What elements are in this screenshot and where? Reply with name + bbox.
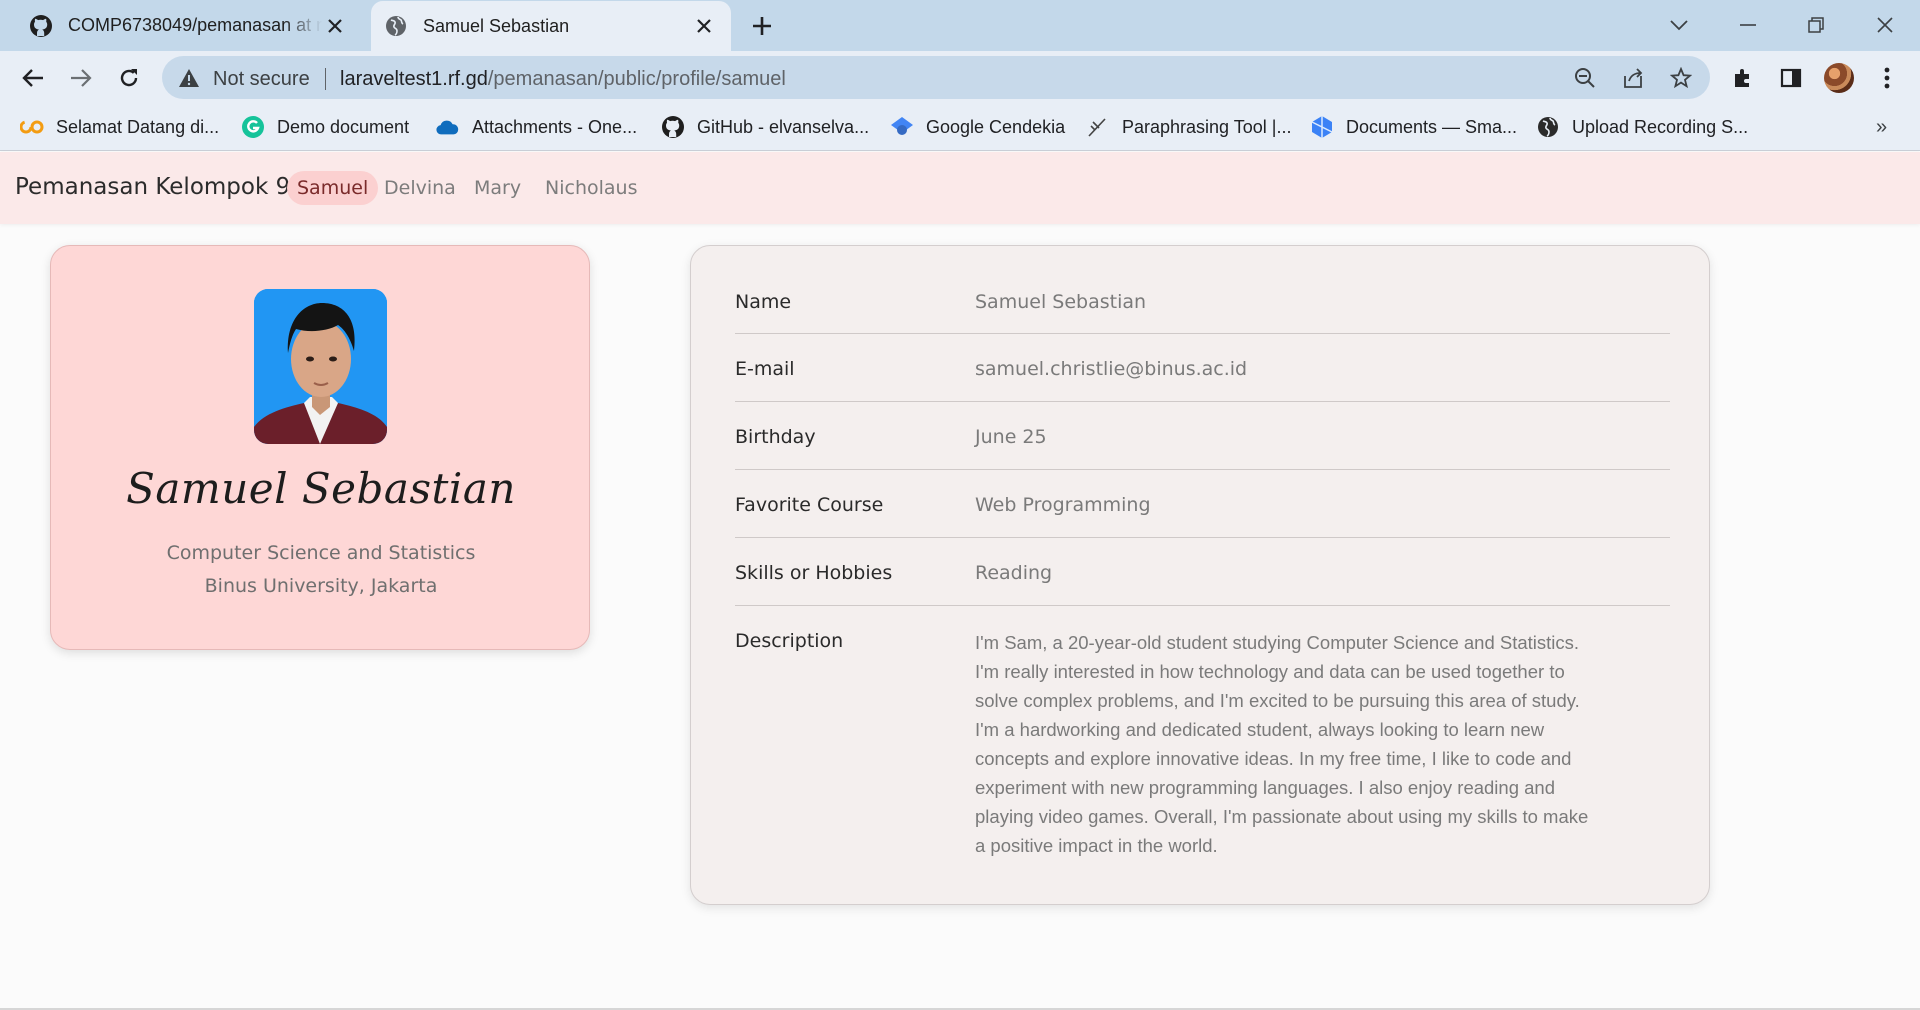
detail-label: Name	[735, 291, 792, 313]
detail-row-description: Description I'm Sam, a 20-year-old stude…	[735, 606, 1670, 866]
detail-row-favorite-course: Favorite Course Web Programming	[735, 470, 1670, 538]
nav-link-nicholaus[interactable]: Nicholaus	[535, 171, 647, 205]
forward-icon[interactable]	[66, 63, 96, 93]
security-label[interactable]: Not secure	[213, 68, 310, 91]
detail-row-email: E-mail samuel.christlie@binus.ac.id	[735, 334, 1670, 402]
close-tab-icon[interactable]	[691, 13, 717, 39]
detail-value: Reading	[975, 562, 1053, 584]
zoom-out-icon[interactable]	[1572, 65, 1598, 91]
tab-samuel[interactable]: Samuel Sebastian	[371, 1, 731, 51]
bookmark-item[interactable]: Documents — Sma...	[1310, 114, 1517, 140]
detail-label: Birthday	[735, 426, 816, 448]
globe-icon	[383, 13, 409, 39]
detail-value: June 25	[975, 426, 1047, 448]
detail-value: samuel.christlie@binus.ac.id	[975, 358, 1248, 380]
onedrive-icon	[436, 115, 460, 139]
menu-kebab-icon[interactable]	[1872, 63, 1902, 93]
tab-title: Samuel Sebastian	[423, 15, 570, 36]
profile-photo	[254, 289, 387, 444]
detail-label: Skills or Hobbies	[735, 562, 893, 584]
bookmark-label: Attachments - One...	[472, 116, 638, 137]
bookmark-item[interactable]: Upload Recording S...	[1536, 114, 1748, 140]
bookmark-item[interactable]: Demo document	[241, 114, 409, 140]
detail-value: Web Programming	[975, 494, 1151, 516]
bookmark-item[interactable]: Attachments - One...	[436, 114, 637, 140]
detail-row-skills: Skills or Hobbies Reading	[735, 538, 1670, 606]
restore-icon[interactable]	[1801, 10, 1831, 40]
close-window-icon[interactable]	[1870, 10, 1900, 40]
description-line: playing video games. Overall, I'm passio…	[975, 806, 1589, 827]
address-bar[interactable]: Not secure laraveltest1.rf.gd/pemanasan/…	[162, 56, 1710, 99]
bookmark-item[interactable]: Paraphrasing Tool |...	[1086, 114, 1291, 140]
profile-university: Binus University, Jakarta	[204, 575, 438, 597]
details-card: Name Samuel Sebastian E-mail samuel.chri…	[690, 245, 1710, 905]
browser-toolbar: Not secure laraveltest1.rf.gd/pemanasan/…	[0, 51, 1920, 104]
bookmark-label: Documents — Sma...	[1346, 116, 1518, 137]
divider	[325, 68, 326, 90]
profile-name: Samuel Sebastian	[126, 464, 516, 513]
bookmark-item[interactable]: GitHub - elvanselva...	[661, 114, 869, 140]
tab-strip: COMP6738049/pemanasan at main Samuel Seb…	[0, 0, 1920, 51]
close-tab-icon[interactable]	[322, 13, 348, 39]
extensions-icon[interactable]	[1728, 63, 1758, 93]
bookmark-label: GitHub - elvanselva...	[697, 116, 870, 137]
grammarly-icon	[241, 115, 265, 139]
detail-row-birthday: Birthday June 25	[735, 402, 1670, 470]
nav-link-mary[interactable]: Mary	[464, 171, 531, 205]
detail-label: Favorite Course	[735, 494, 884, 516]
bookmark-label: Paraphrasing Tool |...	[1122, 116, 1292, 137]
bookmarks-bar: Selamat Datang di... Demo document Attac…	[0, 104, 1920, 151]
detail-value: Samuel Sebastian	[975, 291, 1147, 313]
tab-search-icon[interactable]	[1664, 10, 1694, 40]
profile-major: Computer Science and Statistics	[166, 542, 476, 564]
description-text: I'm Sam, a 20-year-old student studying …	[975, 628, 1595, 860]
smallpdf-icon	[1310, 115, 1334, 139]
share-icon[interactable]	[1620, 65, 1646, 91]
site-brand[interactable]: Pemanasan Kelompok 9	[15, 174, 290, 200]
new-tab-icon[interactable]	[748, 12, 776, 40]
minimize-icon[interactable]	[1733, 10, 1763, 40]
url-host: laraveltest1.rf.gd	[340, 68, 488, 90]
globe-icon	[1536, 115, 1560, 139]
bookmark-label: Selamat Datang di...	[56, 116, 220, 137]
co-icon	[20, 115, 44, 139]
detail-label: Description	[735, 630, 844, 652]
profile-card: Samuel Sebastian Computer Science and St…	[50, 245, 590, 650]
reload-icon[interactable]	[114, 63, 144, 93]
url-path: /pemanasan/public/profile/samuel	[487, 68, 786, 90]
bookmarks-overflow[interactable]: »	[1876, 116, 1887, 139]
site-navbar: Pemanasan Kelompok 9 Samuel Delvina Mary…	[0, 152, 1920, 224]
bookmark-label: Google Cendekia	[926, 116, 1066, 137]
github-icon	[28, 13, 54, 39]
detail-row-name: Name Samuel Sebastian	[735, 272, 1670, 334]
detail-label: E-mail	[735, 358, 795, 380]
nav-link-delvina[interactable]: Delvina	[374, 171, 466, 205]
profile-avatar[interactable]	[1824, 63, 1854, 93]
description-line: a positive impact in the world.	[975, 835, 1218, 856]
description-line: solve complex problems, and I'm excited …	[975, 690, 1580, 711]
bookmark-star-icon[interactable]	[1668, 65, 1694, 91]
bookmark-label: Upload Recording S...	[1572, 116, 1749, 137]
nav-link-samuel[interactable]: Samuel	[287, 171, 379, 205]
warning-icon[interactable]	[178, 67, 200, 89]
back-icon[interactable]	[18, 63, 48, 93]
quill-icon	[1086, 115, 1110, 139]
bookmark-item[interactable]: Selamat Datang di...	[20, 114, 219, 140]
tab-github[interactable]: COMP6738049/pemanasan at main	[16, 0, 362, 51]
url-text[interactable]: laraveltest1.rf.gd/pemanasan/public/prof…	[340, 68, 786, 91]
tab-title: COMP6738049/pemanasan at main	[68, 15, 322, 35]
bookmark-item[interactable]: Google Cendekia	[890, 114, 1065, 140]
description-line: concepts and explore innovative ideas. I…	[975, 748, 1572, 769]
description-line: I'm really interested in how technology …	[975, 661, 1565, 682]
scholar-icon	[890, 115, 914, 139]
description-line: experiment with new programming language…	[975, 777, 1556, 798]
description-line: I'm Sam, a 20-year-old student studying …	[975, 632, 1580, 653]
side-panel-icon[interactable]	[1776, 63, 1806, 93]
bookmark-label: Demo document	[277, 116, 410, 137]
description-line: I'm a hardworking and dedicated student,…	[975, 719, 1545, 740]
github-icon	[661, 115, 685, 139]
